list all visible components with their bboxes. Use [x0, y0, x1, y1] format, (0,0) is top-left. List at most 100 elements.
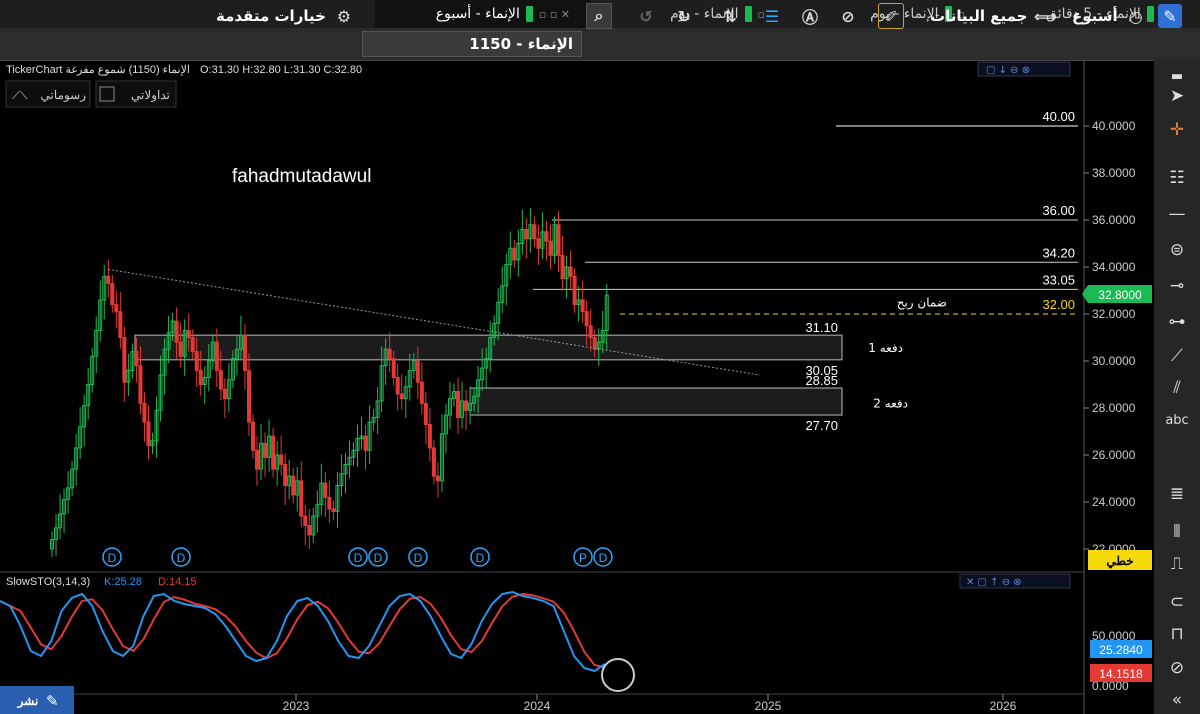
- crosshair-icon[interactable]: ✛: [1154, 116, 1200, 144]
- d-value: 14.1518: [1099, 667, 1143, 681]
- level-label: 34.20: [1042, 245, 1075, 260]
- advanced-options-label: خيارات متقدمة: [216, 7, 326, 25]
- pointer-icon[interactable]: ➤: [1154, 82, 1200, 110]
- candle-body: [524, 228, 529, 240]
- ray-icon[interactable]: ⊸: [1154, 272, 1200, 300]
- collapse-icon[interactable]: «: [1154, 686, 1200, 714]
- candle-body: [588, 325, 593, 338]
- indicator-button[interactable]: ⊘: [836, 3, 860, 29]
- levels-icon: ☰: [764, 6, 780, 26]
- x-tick-label: 2023: [283, 699, 310, 713]
- compare-button[interactable]: ⇅: [718, 3, 742, 29]
- candle-body: [246, 369, 251, 423]
- candle-body: [560, 254, 565, 280]
- y-tick-label: 34.0000: [1092, 260, 1136, 274]
- y-tick-label: 26.0000: [1092, 448, 1136, 462]
- x-axis: 2023 2024 2025 2026: [283, 694, 1017, 713]
- redo-icon: ↻: [677, 6, 691, 26]
- sto-k-line: [0, 590, 606, 673]
- cycle-icon[interactable]: ⎍: [1154, 550, 1200, 578]
- hline-dots-icon[interactable]: ⊶: [1154, 308, 1200, 336]
- undo-button[interactable]: ↺: [634, 3, 658, 29]
- undo-icon: ↺: [639, 6, 653, 26]
- chart-area[interactable]: TickerChart الإنماء (1150) شموع مفرغة O:…: [0, 60, 1154, 714]
- range-label: جميع البيانات: [930, 7, 1028, 25]
- edit-pen-button[interactable]: ✎: [1158, 3, 1182, 29]
- event-marker-label: D: [599, 551, 608, 565]
- range-selector[interactable]: جميع البيانات ⟺: [930, 3, 1057, 29]
- candle-body: [146, 421, 151, 447]
- alert-button[interactable]: Ⓐ: [798, 3, 822, 29]
- candle-body: [255, 449, 260, 470]
- search-button[interactable]: ⌕: [586, 3, 612, 29]
- zone-2: [469, 387, 843, 416]
- candle-body: [512, 247, 517, 261]
- candle-body: [427, 423, 432, 449]
- panel-max-icon[interactable]: ▢ ↓ ⊖ ⊗: [986, 65, 1030, 76]
- fibonacci-icon[interactable]: ≣: [1154, 480, 1200, 508]
- candle-body: [303, 515, 308, 527]
- period-label: أسبوع: [1072, 7, 1118, 25]
- k-value: 25.2840: [1099, 643, 1143, 657]
- candle-body: [178, 341, 183, 357]
- last-price-pointer: [1082, 285, 1088, 303]
- advanced-options-button[interactable]: خيارات متقدمة ⚙: [216, 3, 356, 29]
- y-tick-label: 32.0000: [1092, 307, 1136, 321]
- candle-body: [251, 421, 255, 451]
- candle-body: [138, 365, 143, 404]
- cursor-circle: [601, 658, 635, 692]
- text-icon[interactable]: abc: [1154, 406, 1200, 434]
- trendline-icon[interactable]: ⟋: [1154, 342, 1200, 370]
- horizontal-line-icon[interactable]: —: [1154, 200, 1200, 228]
- candle-body: [423, 402, 428, 425]
- period-selector[interactable]: أسبوع ◷: [1072, 3, 1148, 29]
- parallel-icon[interactable]: ⫽: [1154, 374, 1200, 402]
- zone-1-label: دفعه 1: [868, 341, 903, 355]
- y-tick-label: 38.0000: [1092, 166, 1136, 180]
- window-controls[interactable]: ✕ ▫ ▫: [539, 8, 570, 21]
- channel-icon[interactable]: ⊜: [1154, 236, 1200, 264]
- ohlc-readout: O:31.30 H:32.80 L:31.30 C:32.80: [200, 64, 362, 76]
- tab-alinma-week[interactable]: ✕ ▫ ▫ الإنماء - أسبوع: [375, 0, 590, 28]
- candle-body: [283, 463, 288, 487]
- eye-hidden-icon[interactable]: ⊘: [1154, 654, 1200, 682]
- lock-icon[interactable]: ⊓: [1154, 620, 1200, 648]
- candle-body: [544, 231, 549, 242]
- alert-circle-icon: Ⓐ: [801, 8, 818, 27]
- magnet-icon[interactable]: ⊂: [1154, 588, 1200, 616]
- candle-body: [532, 224, 537, 240]
- target-label: ضمان ربح: [897, 295, 947, 310]
- candle-body: [218, 369, 223, 390]
- compare-icon: ⇅: [723, 6, 737, 26]
- candle-body: [536, 238, 541, 249]
- drawing-tool-button[interactable]: ✐: [878, 3, 904, 29]
- panel-close-icon[interactable]: ✕ ▢ ↑ ⊖ ⊗: [966, 577, 1022, 588]
- y-tick-label: 30.0000: [1092, 354, 1136, 368]
- candle-body: [142, 402, 147, 423]
- candle-body: [222, 388, 227, 400]
- candle-body: [419, 381, 424, 404]
- candle-body: [431, 447, 436, 477]
- y-tick-label: 36.0000: [1092, 213, 1136, 227]
- zone-2-label: دفعه 2: [873, 396, 908, 410]
- candle-body: [106, 275, 111, 284]
- last-price-value: 32.8000: [1098, 288, 1142, 302]
- clock-icon: ◷: [1128, 6, 1143, 26]
- redo-button[interactable]: ↻: [672, 3, 696, 29]
- candle-body: [198, 369, 203, 385]
- y-axis-indicator: 50.00000.0000: [1092, 629, 1136, 693]
- symbol-input[interactable]: 1150 - الإنماء: [362, 31, 582, 57]
- level-label: 36.00: [1042, 203, 1075, 218]
- y-tick-label: 40.0000: [1092, 119, 1136, 133]
- candle-body: [134, 351, 139, 367]
- pattern-icon[interactable]: ⫴: [1154, 518, 1200, 546]
- multi-line-icon[interactable]: ☷: [1154, 164, 1200, 192]
- y-axis-main: 40.0000 38.0000 36.0000 34.0000 32.0000 30.00…: [1084, 119, 1136, 556]
- candle-body: [186, 329, 191, 339]
- candle-body: [271, 435, 276, 470]
- brush-icon: ✐: [878, 3, 904, 29]
- share-label: نشر: [17, 694, 39, 709]
- levels-button[interactable]: ☰: [760, 3, 784, 29]
- candle-body: [110, 282, 115, 306]
- arrows-horizontal-icon: ⟺: [1033, 6, 1057, 26]
